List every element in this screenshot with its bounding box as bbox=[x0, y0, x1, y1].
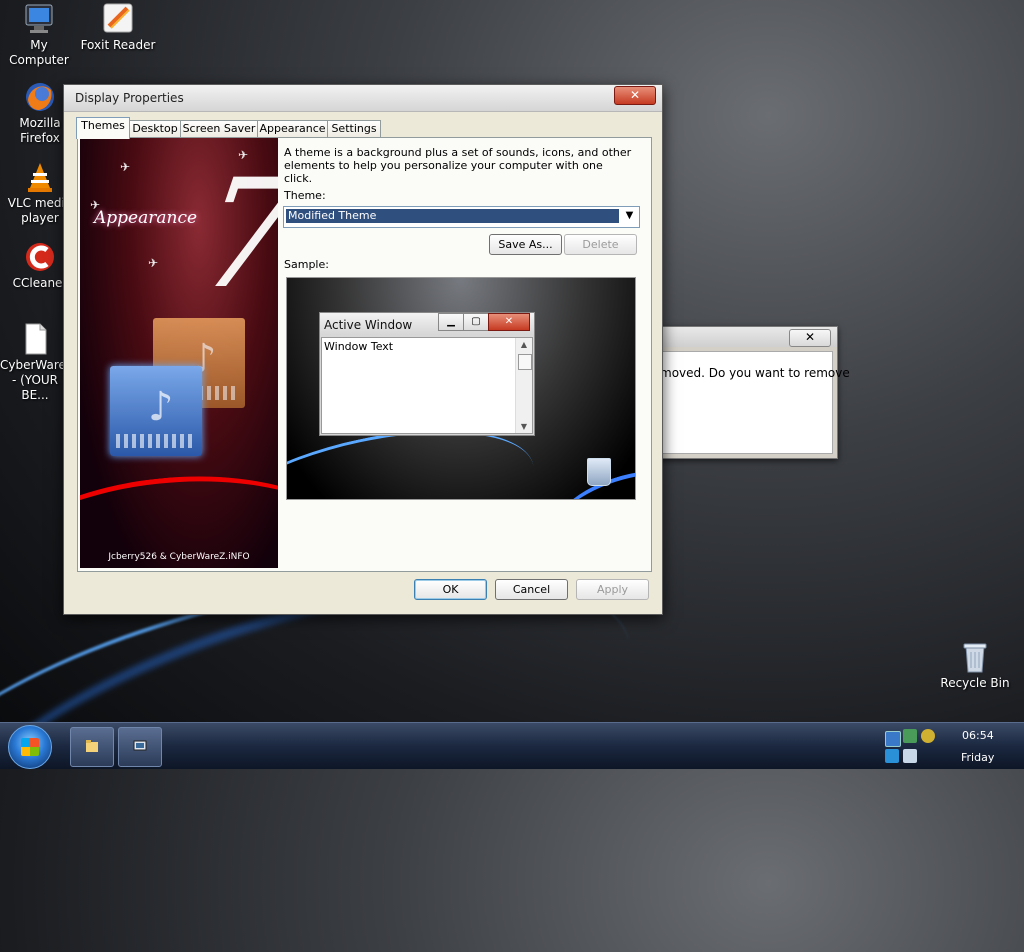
background-dialog-message: moved. Do you want to remove bbox=[660, 366, 850, 380]
tray-s-icon[interactable] bbox=[921, 729, 935, 743]
taskbar: 06:54 Friday bbox=[0, 722, 1024, 769]
sample-preview: Active Window ▁ ▢ ✕ Window Text ▲ ▼ bbox=[286, 277, 636, 500]
desktop-icon-recycle-bin[interactable]: Recycle Bin bbox=[936, 640, 1014, 691]
display-properties-window: Display Properties ✕ Themes Desktop Scre… bbox=[63, 84, 663, 615]
clock-time[interactable]: 06:54 bbox=[962, 729, 994, 742]
tab-desktop[interactable]: Desktop bbox=[129, 120, 181, 138]
desktop-icon-foxit-reader[interactable]: Foxit Reader bbox=[79, 2, 157, 53]
ok-button[interactable]: OK bbox=[414, 579, 487, 600]
start-button[interactable] bbox=[8, 725, 52, 769]
appearance-text: Appearance bbox=[94, 208, 198, 228]
bird-icon: ✈ bbox=[238, 148, 249, 162]
maximize-icon: ▢ bbox=[463, 313, 489, 331]
cancel-button[interactable]: Cancel bbox=[495, 579, 568, 600]
save-as-button[interactable]: Save As... bbox=[489, 234, 562, 255]
scroll-thumb bbox=[518, 354, 532, 370]
bird-icon: ✈ bbox=[148, 256, 159, 270]
preview-credit: Jcberry526 & CyberWareZ.iNFO bbox=[108, 552, 250, 562]
desktop-icon-label: Recycle Bin bbox=[940, 676, 1010, 690]
tray-display-icon[interactable] bbox=[903, 749, 917, 763]
window-titlebar[interactable]: Display Properties ✕ bbox=[64, 85, 662, 112]
tab-themes[interactable]: Themes bbox=[76, 117, 130, 139]
recycle-bin-icon bbox=[958, 640, 992, 674]
tray-network-icon[interactable] bbox=[885, 731, 901, 747]
sample-recycle-bin-icon bbox=[587, 458, 611, 486]
desktop-icon-document[interactable]: CyberWare... - (YOUR BE... bbox=[0, 322, 78, 403]
background-dialog-body: moved. Do you want to remove bbox=[659, 351, 850, 454]
scroll-down-icon: ▼ bbox=[520, 422, 528, 431]
themes-panel: 7 ✈ ✈ ✈ ✈ Appearance ♪ ♪ Jcberry526 & Cy… bbox=[77, 137, 652, 572]
tab-settings[interactable]: Settings bbox=[327, 120, 381, 138]
theme-description: A theme is a background plus a set of so… bbox=[284, 146, 632, 185]
theme-label: Theme: bbox=[284, 189, 326, 202]
sample-window-title: Active Window bbox=[324, 318, 413, 332]
desktop-icon-label: My Computer bbox=[9, 38, 69, 67]
background-dialog: ✕ moved. Do you want to remove bbox=[654, 326, 850, 459]
background-dialog-close-button[interactable]: ✕ bbox=[789, 329, 831, 347]
window-title: Display Properties bbox=[75, 91, 184, 105]
close-icon: ✕ bbox=[488, 313, 530, 331]
tray-app-icon[interactable] bbox=[885, 749, 899, 763]
sample-scrollbar: ▲ ▼ bbox=[515, 338, 532, 433]
sample-titlebar: Active Window ▁ ▢ ✕ bbox=[320, 313, 534, 335]
tab-screen-saver[interactable]: Screen Saver bbox=[180, 120, 258, 138]
minimize-icon: ▁ bbox=[438, 313, 464, 331]
vlc-icon bbox=[23, 160, 57, 194]
windows-logo-icon bbox=[21, 738, 39, 756]
desktop-icon-label: CyberWare... - (YOUR BE... bbox=[0, 358, 78, 402]
desktop-icon-my-computer[interactable]: My Computer bbox=[0, 2, 78, 68]
sample-label: Sample: bbox=[284, 258, 329, 271]
sample-window-text: Window Text bbox=[324, 340, 394, 353]
ccleaner-icon bbox=[23, 240, 57, 274]
firefox-icon bbox=[23, 80, 57, 114]
sample-active-window: Active Window ▁ ▢ ✕ Window Text ▲ ▼ bbox=[319, 312, 535, 436]
theme-select-value: Modified Theme bbox=[286, 209, 619, 223]
tab-appearance[interactable]: Appearance bbox=[257, 120, 328, 138]
scroll-up-icon: ▲ bbox=[520, 340, 528, 349]
taskbar-button-display-properties[interactable] bbox=[118, 727, 162, 767]
apply-button[interactable]: Apply bbox=[576, 579, 649, 600]
delete-button[interactable]: Delete bbox=[564, 234, 637, 255]
chevron-down-icon[interactable]: ▼ bbox=[622, 209, 637, 223]
my-computer-icon bbox=[22, 2, 56, 36]
desktop-icon-label: Foxit Reader bbox=[80, 38, 156, 52]
foxit-reader-icon bbox=[101, 2, 135, 36]
document-icon bbox=[18, 322, 52, 356]
music-card-icon: ♪ bbox=[110, 366, 202, 456]
theme-preview-image: 7 ✈ ✈ ✈ ✈ Appearance ♪ ♪ Jcberry526 & Cy… bbox=[80, 138, 278, 568]
clock-day[interactable]: Friday bbox=[961, 751, 994, 764]
sample-window-body: Window Text ▲ ▼ bbox=[321, 337, 533, 434]
folder-icon bbox=[86, 740, 98, 752]
bird-icon: ✈ bbox=[120, 160, 131, 174]
display-icon bbox=[133, 740, 147, 751]
theme-select[interactable]: Modified Theme ▼ bbox=[283, 206, 640, 228]
window-close-button[interactable]: ✕ bbox=[614, 86, 656, 105]
tray-update-icon[interactable] bbox=[903, 729, 917, 743]
taskbar-button-explorer[interactable] bbox=[70, 727, 114, 767]
